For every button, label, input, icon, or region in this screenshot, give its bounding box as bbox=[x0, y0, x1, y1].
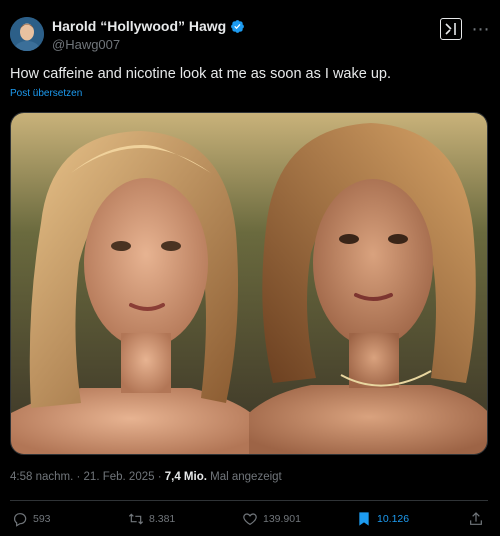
like-button[interactable]: 139.901 bbox=[242, 508, 301, 530]
repost-count: 8.381 bbox=[149, 513, 176, 525]
verified-badge-icon bbox=[231, 19, 245, 33]
more-icon[interactable]: ⋯ bbox=[472, 18, 490, 40]
tweet-time[interactable]: 4:58 nachm. bbox=[10, 471, 73, 483]
translate-post-link[interactable]: Post übersetzen bbox=[10, 88, 82, 99]
view-count: 7,4 Mio. bbox=[164, 471, 207, 483]
avatar[interactable] bbox=[10, 17, 44, 51]
bookmark-button[interactable]: 10.126 bbox=[356, 508, 409, 530]
share-button[interactable] bbox=[468, 508, 484, 530]
grok-icon[interactable] bbox=[440, 18, 462, 40]
tweet-text: How caffeine and nicotine look at me as … bbox=[10, 66, 391, 82]
tweet-date[interactable]: 21. Feb. 2025 bbox=[84, 471, 155, 483]
tweet-media-image[interactable] bbox=[10, 112, 488, 455]
divider bbox=[10, 500, 488, 501]
bookmark-icon bbox=[359, 512, 369, 526]
like-count: 139.901 bbox=[263, 513, 301, 525]
like-icon bbox=[243, 513, 257, 526]
reply-count: 593 bbox=[33, 513, 51, 525]
reply-button[interactable]: 593 bbox=[12, 508, 51, 530]
share-icon bbox=[470, 512, 482, 525]
action-bar: 593 8.381 139.901 10.126 bbox=[10, 508, 490, 530]
bookmark-count: 10.126 bbox=[377, 513, 410, 525]
tweet-meta: 4:58 nachm. · 21. Feb. 2025 · 7,4 Mio. M… bbox=[10, 471, 282, 483]
repost-icon bbox=[128, 513, 144, 525]
photo-two-women bbox=[11, 113, 487, 454]
reply-icon bbox=[14, 513, 27, 527]
author-display-name[interactable]: Harold “Hollywood” Hawg bbox=[52, 18, 226, 34]
author-handle[interactable]: @Hawg007 bbox=[52, 37, 120, 52]
view-label: Mal angezeigt bbox=[210, 471, 282, 483]
author-name-row[interactable]: Harold “Hollywood” Hawg bbox=[52, 18, 245, 34]
repost-button[interactable]: 8.381 bbox=[128, 508, 175, 530]
